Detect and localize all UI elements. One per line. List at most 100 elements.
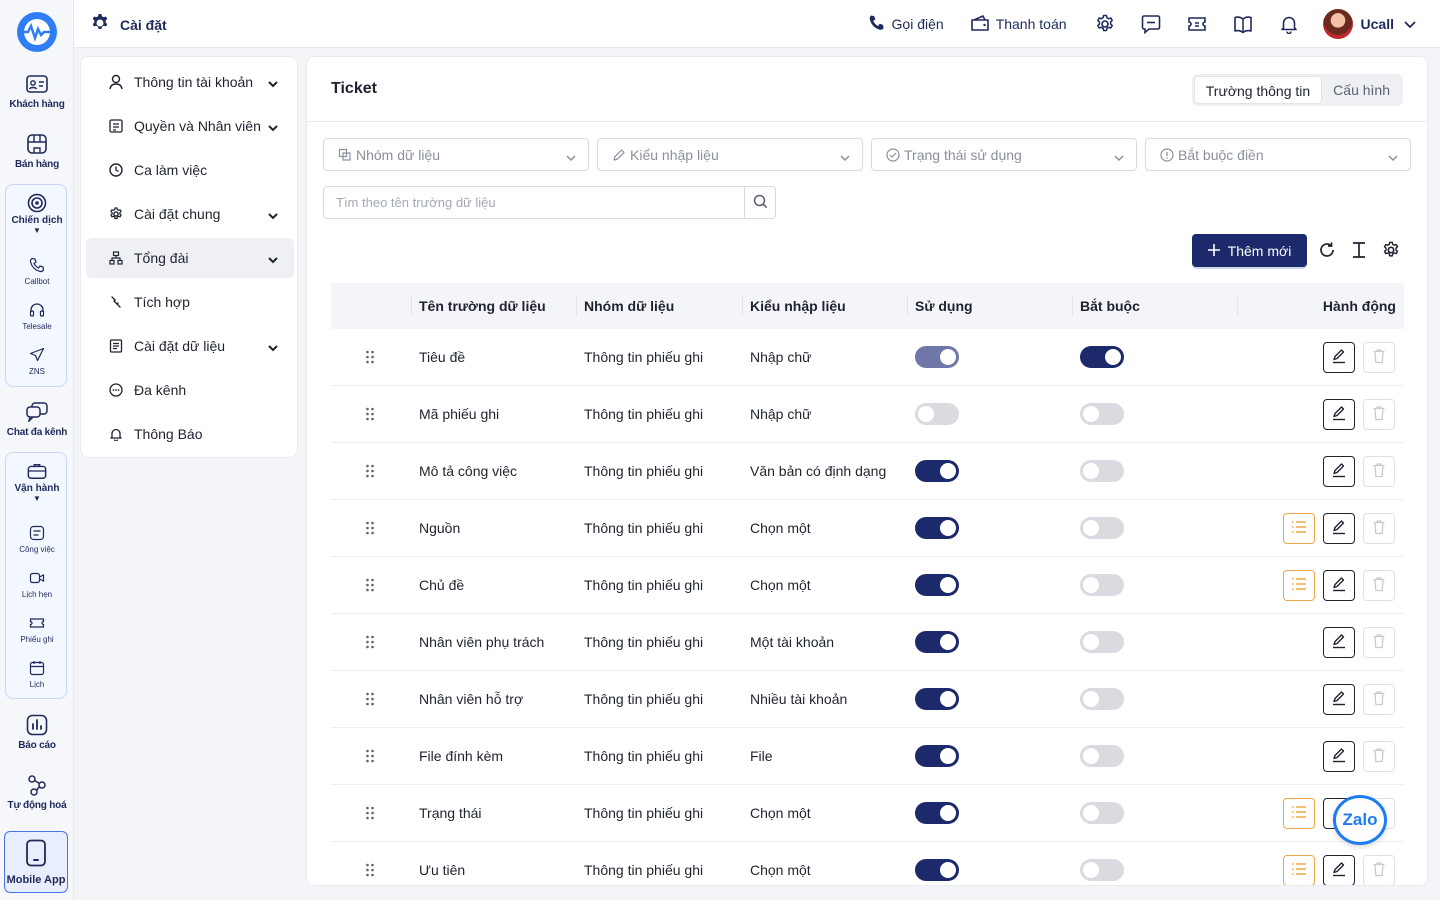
edit-button[interactable]	[1323, 399, 1355, 430]
options-list-button[interactable]	[1283, 798, 1315, 829]
avatar[interactable]	[1322, 9, 1353, 39]
rail-sub-tasks[interactable]: Công việc	[6, 523, 68, 554]
drag-handle-icon[interactable]	[365, 748, 375, 764]
filter-usage-status[interactable]: Trạng thái sử dụng	[871, 138, 1137, 171]
edit-button[interactable]	[1323, 342, 1355, 373]
options-list-button[interactable]	[1283, 855, 1315, 885]
required-toggle[interactable]	[1080, 802, 1124, 824]
tab-config[interactable]: Cấu hình	[1322, 76, 1401, 104]
rail-item-automation[interactable]: Tự động hoá	[0, 773, 74, 811]
drag-handle-icon[interactable]	[365, 406, 375, 422]
rail-sub-calendar[interactable]: Lịch	[6, 658, 68, 689]
drag-handle-icon[interactable]	[365, 463, 375, 479]
rail-item-campaign[interactable]: Chiến dịch ▼	[6, 193, 68, 235]
rail-item-omnichat[interactable]: Chat đa kênh	[0, 400, 74, 438]
menu-item-integration[interactable]: Tích hợp	[86, 282, 294, 322]
required-toggle[interactable]	[1080, 346, 1124, 368]
used-toggle[interactable]	[915, 346, 959, 368]
drag-handle-icon[interactable]	[365, 520, 375, 536]
drag-handle-icon[interactable]	[365, 862, 375, 878]
edit-button[interactable]	[1323, 684, 1355, 715]
menu-item-switchboard[interactable]: Tổng đài	[86, 238, 294, 278]
search-button[interactable]	[744, 187, 775, 218]
delete-button[interactable]	[1363, 570, 1395, 601]
user-name[interactable]: Ucall	[1361, 16, 1394, 32]
used-toggle[interactable]	[915, 403, 959, 425]
drag-handle-icon[interactable]	[365, 349, 375, 365]
required-toggle[interactable]	[1080, 745, 1124, 767]
options-list-button[interactable]	[1283, 570, 1315, 601]
call-button[interactable]: Gọi điện	[868, 14, 944, 35]
rail-item-operations[interactable]: Vận hành ▼	[6, 461, 68, 503]
edit-button[interactable]	[1323, 741, 1355, 772]
rail-sub-zns[interactable]: ZNS	[6, 345, 68, 376]
bell-icon[interactable]	[1277, 12, 1301, 36]
used-toggle[interactable]	[915, 745, 959, 767]
menu-item-general[interactable]: Cài đặt chung	[86, 194, 294, 234]
rail-sub-appointments[interactable]: Lịch hẹn	[6, 568, 68, 599]
used-toggle[interactable]	[915, 802, 959, 824]
required-toggle[interactable]	[1080, 460, 1124, 482]
delete-button[interactable]	[1363, 456, 1395, 487]
required-toggle[interactable]	[1080, 574, 1124, 596]
rail-item-sales[interactable]: Bán hàng	[0, 132, 74, 170]
filter-data-group[interactable]: Nhóm dữ liệu	[323, 138, 589, 171]
ucall-logo[interactable]	[14, 10, 60, 54]
text-cursor-icon[interactable]	[1349, 240, 1369, 260]
required-toggle[interactable]	[1080, 517, 1124, 539]
required-toggle[interactable]	[1080, 631, 1124, 653]
used-toggle[interactable]	[915, 631, 959, 653]
edit-button[interactable]	[1323, 627, 1355, 658]
rail-sub-callbot[interactable]: Callbot	[6, 255, 68, 286]
column-settings-icon[interactable]	[1381, 240, 1401, 260]
rail-sub-telesale[interactable]: Telesale	[6, 300, 68, 331]
delete-button[interactable]	[1363, 513, 1395, 544]
zalo-chat-button[interactable]: Zalo	[1333, 795, 1387, 845]
edit-button[interactable]	[1323, 513, 1355, 544]
book-icon[interactable]	[1231, 12, 1255, 36]
chevron-down-icon[interactable]	[1404, 16, 1416, 32]
menu-item-shifts[interactable]: Ca làm việc	[86, 150, 294, 190]
tab-fields[interactable]: Trường thông tin	[1193, 76, 1323, 104]
delete-button[interactable]	[1363, 684, 1395, 715]
edit-button[interactable]	[1323, 570, 1355, 601]
drag-handle-icon[interactable]	[365, 577, 375, 593]
delete-button[interactable]	[1363, 399, 1395, 430]
delete-button[interactable]	[1363, 741, 1395, 772]
used-toggle[interactable]	[915, 688, 959, 710]
drag-handle-icon[interactable]	[365, 634, 375, 650]
drag-handle-icon[interactable]	[365, 805, 375, 821]
options-list-button[interactable]	[1283, 513, 1315, 544]
required-toggle[interactable]	[1080, 688, 1124, 710]
rail-item-customers[interactable]: Khách hàng	[0, 72, 74, 110]
rail-sub-tickets[interactable]: Phiếu ghi	[6, 613, 68, 644]
menu-item-permissions[interactable]: Quyền và Nhân viên	[86, 106, 294, 146]
used-toggle[interactable]	[915, 517, 959, 539]
menu-item-account[interactable]: Thông tin tài khoản	[86, 62, 294, 102]
drag-handle-icon[interactable]	[365, 691, 375, 707]
menu-item-omnichannel[interactable]: Đa kênh	[86, 370, 294, 410]
used-toggle[interactable]	[915, 460, 959, 482]
menu-item-data-settings[interactable]: Cài đặt dữ liệu	[86, 326, 294, 366]
search-input[interactable]	[324, 187, 744, 218]
filter-input-type[interactable]: Kiểu nhập liệu	[597, 138, 863, 171]
edit-button[interactable]	[1323, 855, 1355, 885]
menu-item-notifications[interactable]: Thông Báo	[86, 414, 294, 454]
delete-button[interactable]	[1363, 627, 1395, 658]
settings-icon[interactable]	[1093, 12, 1117, 36]
used-toggle[interactable]	[915, 859, 959, 881]
delete-button[interactable]	[1363, 342, 1395, 373]
rail-item-mobile-app[interactable]: Mobile App	[4, 831, 68, 893]
delete-button[interactable]	[1363, 855, 1395, 885]
add-new-button[interactable]: Thêm mới	[1192, 234, 1307, 267]
rail-item-reports[interactable]: Báo cáo	[0, 713, 74, 751]
refresh-icon[interactable]	[1317, 240, 1337, 260]
edit-button[interactable]	[1323, 456, 1355, 487]
required-toggle[interactable]	[1080, 403, 1124, 425]
required-toggle[interactable]	[1080, 859, 1124, 881]
message-icon[interactable]	[1139, 12, 1163, 36]
filter-required[interactable]: Bắt buộc điền	[1145, 138, 1411, 171]
payment-button[interactable]: Thanh toán	[970, 14, 1067, 35]
ticket-icon[interactable]	[1185, 12, 1209, 36]
used-toggle[interactable]	[915, 574, 959, 596]
